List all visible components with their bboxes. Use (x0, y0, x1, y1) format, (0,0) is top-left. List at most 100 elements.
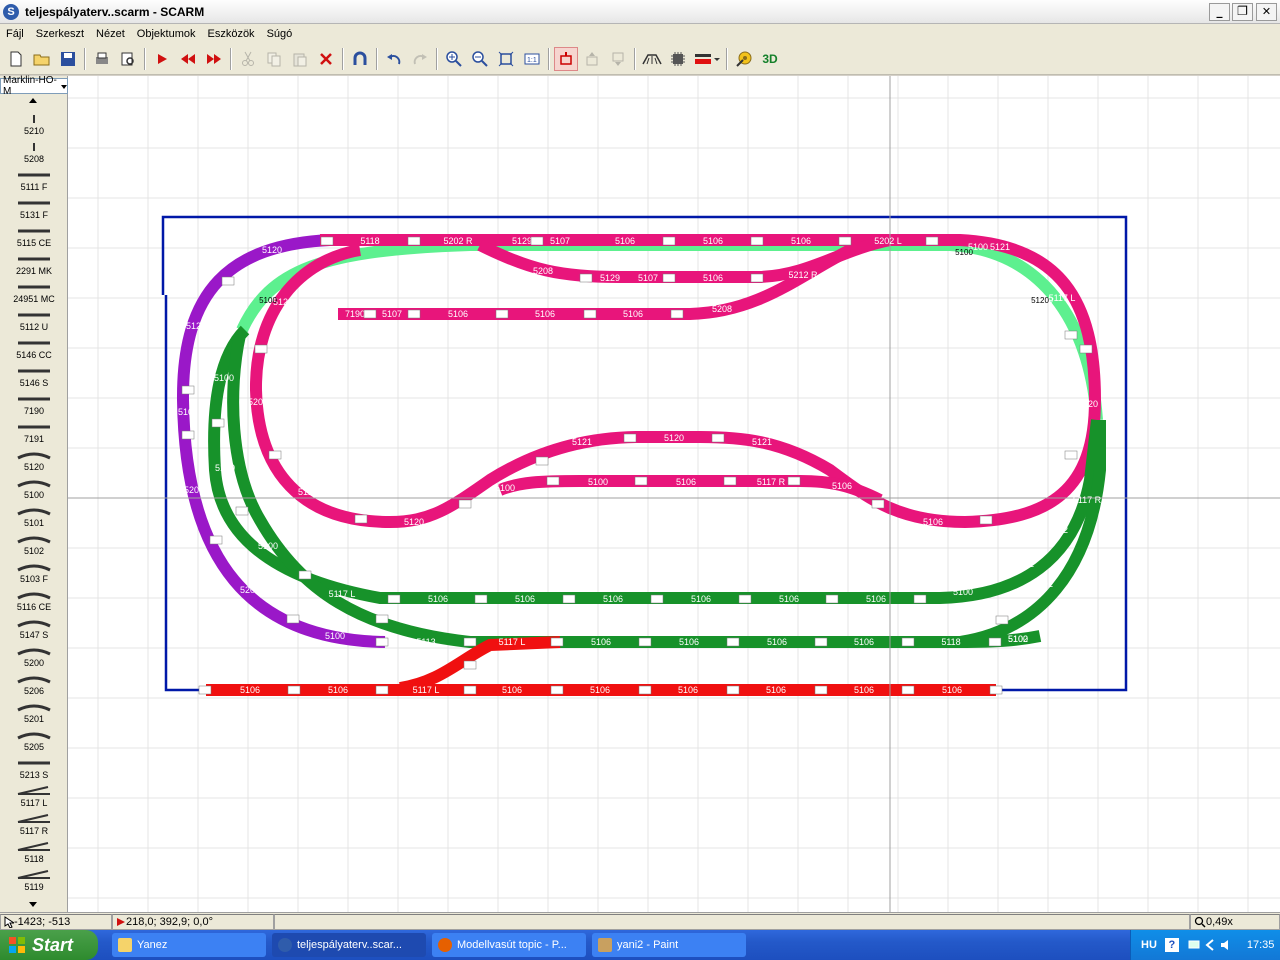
library-item[interactable]: 5205 (0, 728, 68, 756)
track-green-outer[interactable] (208, 325, 1103, 604)
restore-button[interactable]: ❐ (1232, 3, 1253, 21)
track-joint-marker (901, 637, 915, 647)
zoom-fit-button[interactable] (494, 47, 518, 71)
minimize-button[interactable]: _ (1209, 3, 1230, 21)
library-item[interactable]: 5119 (0, 868, 68, 896)
library-item[interactable]: 5100 (0, 476, 68, 504)
library-item[interactable]: 5117 R (0, 812, 68, 840)
track-joint-marker (387, 594, 401, 604)
library-item[interactable]: 5115 CE (0, 224, 68, 252)
layout-canvas[interactable]: 5120 5118 5202 R 5129 5107 5106 5106 5106 5202 L… (68, 76, 1280, 912)
library-item[interactable]: 5200 (0, 644, 68, 672)
measure-button[interactable] (732, 47, 756, 71)
zoom-in-button[interactable] (442, 47, 466, 71)
library-item[interactable]: 5146 CC (0, 336, 68, 364)
line-color-button[interactable] (692, 47, 722, 71)
track-plan-drawing[interactable]: 5120 5118 5202 R 5129 5107 5106 5106 5106 5202 L… (68, 76, 1280, 912)
track-piece-icon (18, 369, 50, 373)
paste-button[interactable] (288, 47, 312, 71)
library-item[interactable]: 5131 F (0, 196, 68, 224)
library-item[interactable]: 2291 MK (0, 252, 68, 280)
network-icon[interactable] (1187, 938, 1201, 952)
cut-button[interactable] (236, 47, 260, 71)
track-joint-marker (211, 418, 225, 428)
start-button[interactable]: Start (0, 930, 98, 960)
svg-text:1:1: 1:1 (527, 57, 537, 64)
library-item[interactable]: 5201 (0, 700, 68, 728)
layer-up-button[interactable] (580, 47, 604, 71)
library-item[interactable]: 5102 (0, 532, 68, 560)
track-piece-icon (17, 870, 50, 879)
track-joint-marker (871, 499, 885, 509)
library-item[interactable]: 5208 (0, 140, 68, 168)
track-label: 5121 (990, 242, 1010, 252)
chip-button[interactable] (666, 47, 690, 71)
zoom-out-button[interactable] (468, 47, 492, 71)
magnet-button[interactable] (348, 47, 372, 71)
task-paint[interactable]: yani2 - Paint (592, 933, 746, 957)
new-file-button[interactable] (4, 47, 28, 71)
track-joint-marker (375, 614, 389, 624)
library-item[interactable]: 7190 (0, 392, 68, 420)
library-item[interactable]: 5206 (0, 672, 68, 700)
copy-button[interactable] (262, 47, 286, 71)
track-label: 5106 (448, 309, 468, 319)
redo-button[interactable] (408, 47, 432, 71)
close-button[interactable]: ✕ (1256, 3, 1277, 21)
undo-button[interactable] (382, 47, 406, 71)
delete-button[interactable] (314, 47, 338, 71)
track-label: 5121 (752, 437, 772, 447)
menu-objects[interactable]: Objektumok (131, 28, 202, 40)
library-item[interactable]: 5101 (0, 504, 68, 532)
menu-edit[interactable]: Szerkeszt (30, 28, 90, 40)
menu-tools[interactable]: Eszközök (201, 28, 260, 40)
open-button[interactable] (30, 47, 54, 71)
print-button[interactable] (90, 47, 114, 71)
scroll-up-icon[interactable] (29, 98, 37, 104)
bridge-button[interactable] (640, 47, 664, 71)
tracks[interactable] (176, 234, 1106, 696)
library-item[interactable]: 5120 (0, 448, 68, 476)
layer-button[interactable] (554, 47, 578, 71)
task-yanez[interactable]: Yanez (112, 933, 266, 957)
track-joint-marker (623, 433, 637, 443)
forward-button[interactable] (202, 47, 226, 71)
library-item[interactable]: 7191 (0, 420, 68, 448)
library-item[interactable]: 5111 F (0, 168, 68, 196)
track-joint-marker (221, 276, 235, 286)
menu-file[interactable]: Fájl (0, 28, 30, 40)
layer-down-button[interactable] (606, 47, 630, 71)
library-item[interactable]: 5116 CE (0, 588, 68, 616)
library-item[interactable]: 5117 L (0, 784, 68, 812)
play-button[interactable] (150, 47, 174, 71)
library-item[interactable]: 5210 (0, 112, 68, 140)
save-button[interactable] (56, 47, 80, 71)
track-red-switch[interactable] (398, 636, 561, 694)
print-preview-button[interactable] (116, 47, 140, 71)
chevron-left-icon[interactable] (1205, 939, 1215, 951)
library-item[interactable]: 5118 (0, 840, 68, 868)
task-scarm[interactable]: teljespályaterv..scar... (272, 933, 426, 957)
library-item[interactable]: 5146 S (0, 364, 68, 392)
task-firefox[interactable]: Modellvasút topic - P... (432, 933, 586, 957)
library-item[interactable]: 5213 S (0, 756, 68, 784)
language-indicator[interactable]: HU (1141, 939, 1157, 951)
rewind-button[interactable] (176, 47, 200, 71)
help-icon[interactable]: ? (1164, 938, 1179, 952)
library-item[interactable]: 5147 S (0, 616, 68, 644)
zoom-1to1-button[interactable]: 1:1 (520, 47, 544, 71)
library-item[interactable]: 5112 U (0, 308, 68, 336)
library-select[interactable]: Marklin-HO-M (0, 75, 68, 97)
chevron-down-icon (60, 85, 67, 89)
menu-view[interactable]: Nézet (90, 28, 131, 40)
track-piece-icon (18, 761, 50, 765)
volume-icon[interactable] (1219, 938, 1233, 952)
task-label: yani2 - Paint (617, 939, 679, 951)
3d-view-button[interactable]: 3D (758, 47, 782, 71)
scroll-down-icon[interactable] (29, 902, 37, 908)
zoom-out-icon (472, 51, 488, 67)
menu-help[interactable]: Súgó (261, 28, 299, 40)
library-item[interactable]: 24951 MC (0, 280, 68, 308)
clock: 17:35 (1246, 939, 1275, 951)
library-item[interactable]: 5103 F (0, 560, 68, 588)
